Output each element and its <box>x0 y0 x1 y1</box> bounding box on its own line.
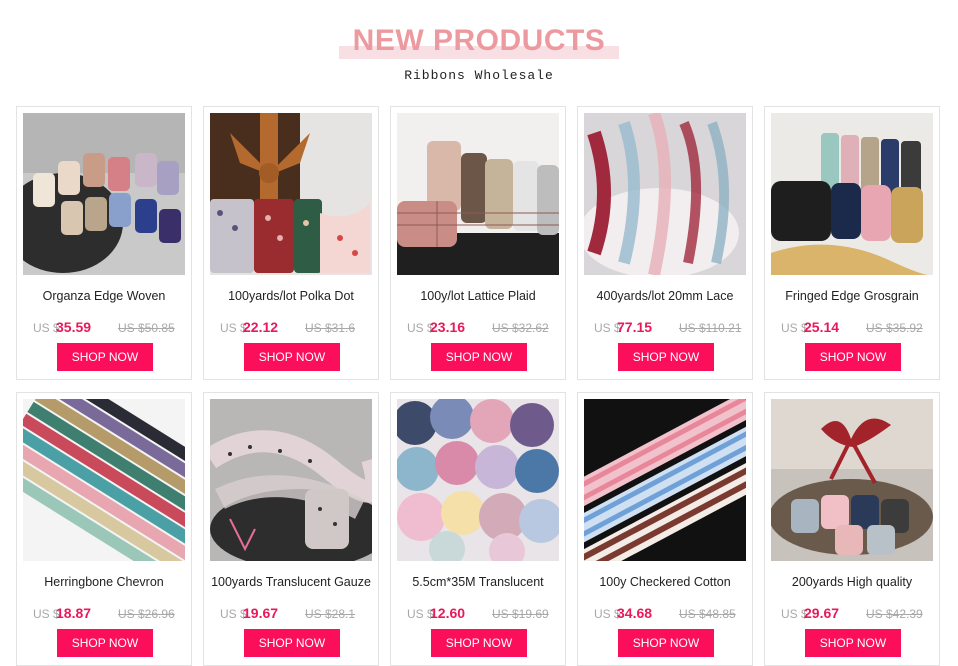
sale-price: 34.68 <box>617 605 653 621</box>
product-card[interactable]: 100yards/lot Polka Dot US $ 22.12 US $31… <box>203 106 379 380</box>
shop-now-button[interactable]: SHOP NOW <box>57 343 153 371</box>
sale-price: 18.87 <box>56 605 92 621</box>
product-image[interactable] <box>397 399 559 561</box>
original-price: US $50.85 <box>118 321 175 335</box>
product-image[interactable] <box>771 113 933 275</box>
sale-price: 22.12 <box>243 319 279 335</box>
product-name[interactable]: 100yards/lot Polka Dot <box>206 289 376 303</box>
product-name[interactable]: 5.5cm*35M Translucent <box>393 575 563 589</box>
product-image[interactable] <box>210 113 372 275</box>
product-card[interactable]: Fringed Edge Grosgrain US $ 25.14 US $35… <box>764 106 940 380</box>
sale-price: 35.59 <box>56 319 92 335</box>
page-title: NEW PRODUCTS <box>352 24 606 57</box>
price-row: US $ 34.68 US $48.85 <box>578 605 752 623</box>
header: NEW PRODUCTS Ribbons Wholesale <box>0 0 958 100</box>
shop-now-button[interactable]: SHOP NOW <box>244 343 340 371</box>
product-image[interactable] <box>584 399 746 561</box>
original-price: US $19.69 <box>492 607 549 621</box>
shop-now-button[interactable]: SHOP NOW <box>244 629 340 657</box>
product-card[interactable]: 5.5cm*35M Translucent US $ 12.60 US $19.… <box>390 392 566 666</box>
product-card[interactable]: 100yards Translucent Gauze US $ 19.67 US… <box>203 392 379 666</box>
product-image[interactable] <box>771 399 933 561</box>
product-name[interactable]: 200yards High quality <box>767 575 937 589</box>
product-name[interactable]: 100y/lot Lattice Plaid <box>393 289 563 303</box>
title-block: NEW PRODUCTS <box>339 24 619 60</box>
sale-price: 19.67 <box>243 605 279 621</box>
shop-now-button[interactable]: SHOP NOW <box>618 629 714 657</box>
product-card[interactable]: 100y/lot Lattice Plaid US $ 23.16 US $32… <box>390 106 566 380</box>
price-row: US $ 19.67 US $28.1 <box>204 605 378 623</box>
original-price: US $110.21 <box>679 321 742 335</box>
page-subtitle: Ribbons Wholesale <box>404 68 554 83</box>
original-price: US $32.62 <box>492 321 549 335</box>
product-name[interactable]: 100y Checkered Cotton <box>580 575 750 589</box>
product-image[interactable] <box>397 113 559 275</box>
original-price: US $31.6 <box>305 321 356 335</box>
sale-price: 12.60 <box>430 605 466 621</box>
shop-now-button[interactable]: SHOP NOW <box>431 629 527 657</box>
original-price: US $28.1 <box>305 607 356 621</box>
product-name[interactable]: Herringbone Chevron <box>19 575 189 589</box>
product-image[interactable] <box>23 399 185 561</box>
original-price: US $42.39 <box>866 607 923 621</box>
product-name[interactable]: Fringed Edge Grosgrain <box>767 289 937 303</box>
price-row: US $ 23.16 US $32.62 <box>391 319 565 337</box>
shop-now-button[interactable]: SHOP NOW <box>431 343 527 371</box>
product-name[interactable]: 100yards Translucent Gauze <box>206 575 376 589</box>
sale-price: 29.67 <box>804 605 840 621</box>
sale-price: 25.14 <box>804 319 840 335</box>
shop-now-button[interactable]: SHOP NOW <box>805 343 901 371</box>
price-row: US $ 12.60 US $19.69 <box>391 605 565 623</box>
shop-now-button[interactable]: SHOP NOW <box>57 629 153 657</box>
shop-now-button[interactable]: SHOP NOW <box>805 629 901 657</box>
original-price: US $26.96 <box>118 607 175 621</box>
original-price: US $48.85 <box>679 607 736 621</box>
product-card[interactable]: 100y Checkered Cotton US $ 34.68 US $48.… <box>577 392 753 666</box>
price-row: US $ 25.14 US $35.92 <box>765 319 939 337</box>
product-image[interactable] <box>584 113 746 275</box>
price-row: US $ 29.67 US $42.39 <box>765 605 939 623</box>
original-price: US $35.92 <box>866 321 923 335</box>
price-row: US $ 18.87 US $26.96 <box>17 605 191 623</box>
product-name[interactable]: Organza Edge Woven <box>19 289 189 303</box>
product-image[interactable] <box>23 113 185 275</box>
sale-price: 77.15 <box>617 319 653 335</box>
product-card[interactable]: 200yards High quality US $ 29.67 US $42.… <box>764 392 940 666</box>
price-row: US $ 77.15 US $110.21 <box>578 319 752 337</box>
price-row: US $ 35.59 US $50.85 <box>17 319 191 337</box>
product-card[interactable]: Organza Edge Woven US $ 35.59 US $50.85 … <box>16 106 192 380</box>
product-name[interactable]: 400yards/lot 20mm Lace <box>580 289 750 303</box>
product-image[interactable] <box>210 399 372 561</box>
product-card[interactable]: 400yards/lot 20mm Lace US $ 77.15 US $11… <box>577 106 753 380</box>
price-row: US $ 22.12 US $31.6 <box>204 319 378 337</box>
sale-price: 23.16 <box>430 319 466 335</box>
product-card[interactable]: Herringbone Chevron US $ 18.87 US $26.96… <box>16 392 192 666</box>
shop-now-button[interactable]: SHOP NOW <box>618 343 714 371</box>
